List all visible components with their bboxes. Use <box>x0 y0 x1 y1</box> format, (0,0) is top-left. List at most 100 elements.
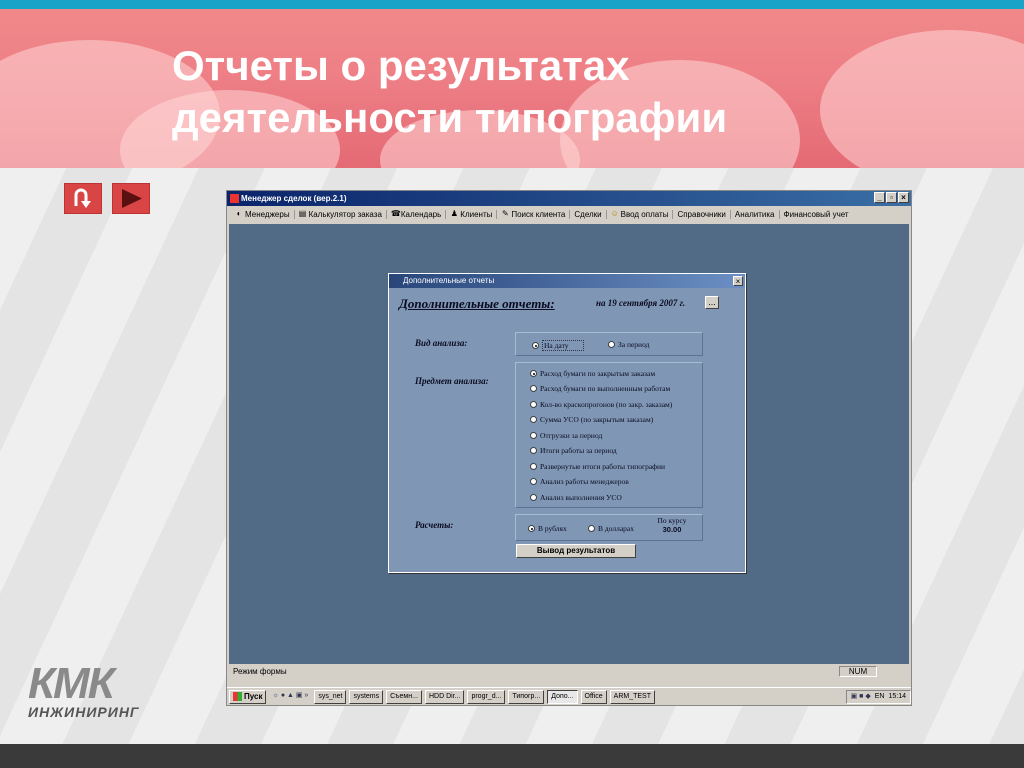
dialog-titlebar: Дополнительные отчеты × <box>389 274 745 288</box>
subject-group: Расход бумаги по закрытым заказам Расход… <box>515 362 703 508</box>
next-button[interactable] <box>112 183 150 214</box>
taskbar-item[interactable]: HDD Dir... <box>424 689 465 704</box>
logo-main-text: КМК <box>28 659 115 708</box>
radio-dot <box>530 370 537 377</box>
radio-on-date[interactable]: На дату <box>532 340 584 351</box>
restore-button[interactable]: ▫ <box>886 192 897 203</box>
quicklaunch-icons[interactable]: ☼ ● ▲ ▣ » <box>269 690 311 704</box>
report-date: на 19 сентября 2007 г. <box>596 298 686 308</box>
back-button[interactable] <box>64 183 102 214</box>
slide-title-line2: деятельности типографии <box>172 94 728 141</box>
header-banner: Отчеты о результатах деятельности типогр… <box>0 0 1024 168</box>
status-num-indicator: NUM <box>839 666 877 677</box>
banner-top-line <box>0 0 1024 9</box>
radio-label: Отгрузки за период <box>540 431 603 440</box>
minimize-button[interactable]: _ <box>874 192 885 203</box>
calc-label: Расчеты: <box>415 520 454 530</box>
radio-label: Расход бумаги по закрытым заказам <box>540 369 656 378</box>
radio-subject[interactable]: Отгрузки за период <box>530 431 602 440</box>
radio-label: В рублях <box>538 524 567 533</box>
radio-subject[interactable]: Расход бумаги по закрытым заказам <box>530 369 655 378</box>
currency-group: В рублях В долларах По курсу 30.00 <box>515 514 703 541</box>
menu-item-analytics[interactable]: Аналитика <box>731 209 780 219</box>
radio-subject[interactable]: Расход бумаги по выполненным работам <box>530 384 670 393</box>
menu-item-client-search[interactable]: ✎ Поиск клиента <box>497 209 571 219</box>
tray-icons[interactable]: ▣ ■ ◆ <box>851 691 871 703</box>
radio-subject[interactable]: Развернутые итоги работы типографии <box>530 462 665 471</box>
menu-item-references[interactable]: Справочники <box>673 209 731 219</box>
radio-dot <box>530 463 537 470</box>
slide-title-line1: Отчеты о результатах <box>172 42 630 89</box>
taskbar-item[interactable]: Типогр... <box>508 689 545 704</box>
radio-label: Сумма УСО (по закрытым заказам) <box>540 415 654 424</box>
person-icon: ♟ <box>450 209 458 218</box>
radio-subject[interactable]: Анализ работы менеджеров <box>530 477 629 486</box>
menu-label: Справочники <box>677 209 726 219</box>
windows-logo-icon <box>233 692 242 701</box>
taskbar-item[interactable]: sys_net <box>314 689 347 704</box>
radio-dot <box>530 432 537 439</box>
radio-dot <box>532 342 539 349</box>
company-logo: КМК ИНЖИНИРИНГ <box>28 659 188 724</box>
app-icon <box>230 194 239 203</box>
radio-dot <box>530 416 537 423</box>
taskbar-item[interactable]: Съемн... <box>386 689 422 704</box>
radio-rubles[interactable]: В рублях <box>528 524 567 533</box>
menu-label: Финансовый учет <box>783 209 849 219</box>
u-turn-arrow-icon <box>74 188 91 208</box>
dialog-title: Дополнительные отчеты <box>403 276 495 285</box>
window-controls: _ ▫ × <box>874 192 909 203</box>
radio-dot <box>530 401 537 408</box>
dialog-heading: Дополнительные отчеты: <box>399 296 555 311</box>
radio-label: Развернутые итоги работы типографии <box>540 462 666 471</box>
app-menubar: ◐ Менеджеры ▤ Калькулятор заказа ☎ Календар… <box>227 206 911 222</box>
radio-for-period[interactable]: За период <box>608 340 649 349</box>
taskbar-item[interactable]: Office <box>580 689 607 704</box>
radio-subject[interactable]: Кол-во краскопрогонов (по закр. заказам) <box>530 400 672 409</box>
radio-label: В долларах <box>598 524 634 533</box>
taskbar-item[interactable]: ARM_TEST <box>609 689 655 704</box>
dialog-close-button[interactable]: × <box>733 276 743 286</box>
language-indicator[interactable]: EN <box>875 691 885 703</box>
phone-icon: ☎ <box>390 209 401 218</box>
radio-dot <box>530 478 537 485</box>
radio-label: Анализ работы менеджеров <box>540 477 629 486</box>
app-statusbar: Режим формы NUM <box>227 666 911 677</box>
logo-sub-text: ИНЖИНИРИНГ <box>28 704 140 720</box>
radio-dollars[interactable]: В долларах <box>588 524 634 533</box>
radio-label: На дату <box>542 340 584 351</box>
radio-subject[interactable]: Итоги работы за период <box>530 446 617 455</box>
slide-title: Отчеты о результатах деятельности типогр… <box>172 40 727 144</box>
taskbar-item[interactable]: progr_d... <box>467 689 506 704</box>
menu-item-deals[interactable]: Сделки <box>570 209 607 219</box>
system-tray: ▣ ■ ◆ EN 15:14 <box>845 689 911 704</box>
search-icon: ✎ <box>502 209 509 218</box>
radio-subject[interactable]: Сумма УСО (по закрытым заказам) <box>530 415 653 424</box>
menu-label: Калькулятор заказа <box>308 209 382 219</box>
menu-item-payment[interactable]: ☺ Ввод оплаты <box>607 209 674 219</box>
additional-reports-dialog: Дополнительные отчеты × Дополнительные о… <box>388 273 746 573</box>
slide-bottom-bar <box>0 744 1024 768</box>
menu-item-clients[interactable]: ♟ Клиенты <box>446 209 498 219</box>
cloud-decoration <box>820 30 1024 168</box>
menu-label: Сделки <box>574 209 602 219</box>
start-label: Пуск <box>244 692 263 701</box>
play-triangle-icon <box>122 189 142 208</box>
taskbar-item-active[interactable]: Допо... <box>547 689 578 704</box>
date-picker-button[interactable]: ... <box>705 296 719 309</box>
taskbar-item[interactable]: systems <box>349 689 384 704</box>
radio-label: За период <box>618 340 650 349</box>
subject-label: Предмет анализа: <box>415 376 489 386</box>
radio-subject[interactable]: Анализ выполнения УСО <box>530 493 622 502</box>
menu-item-calculator[interactable]: ▤ Калькулятор заказа <box>295 209 387 219</box>
clock: 15:14 <box>888 692 906 700</box>
status-mode: Режим формы <box>233 667 287 676</box>
rate-value: 30.00 <box>662 525 682 534</box>
menu-item-finance[interactable]: Финансовый учет <box>780 210 853 219</box>
calculator-icon: ▤ <box>298 209 307 218</box>
menu-item-managers[interactable]: ◐ Менеджеры <box>231 209 295 219</box>
start-button[interactable]: Пуск <box>229 689 267 704</box>
close-button[interactable]: × <box>898 192 909 203</box>
menu-item-calendar[interactable]: ☎ Календарь <box>387 209 447 219</box>
output-results-button[interactable]: Вывод результатов <box>516 544 636 558</box>
